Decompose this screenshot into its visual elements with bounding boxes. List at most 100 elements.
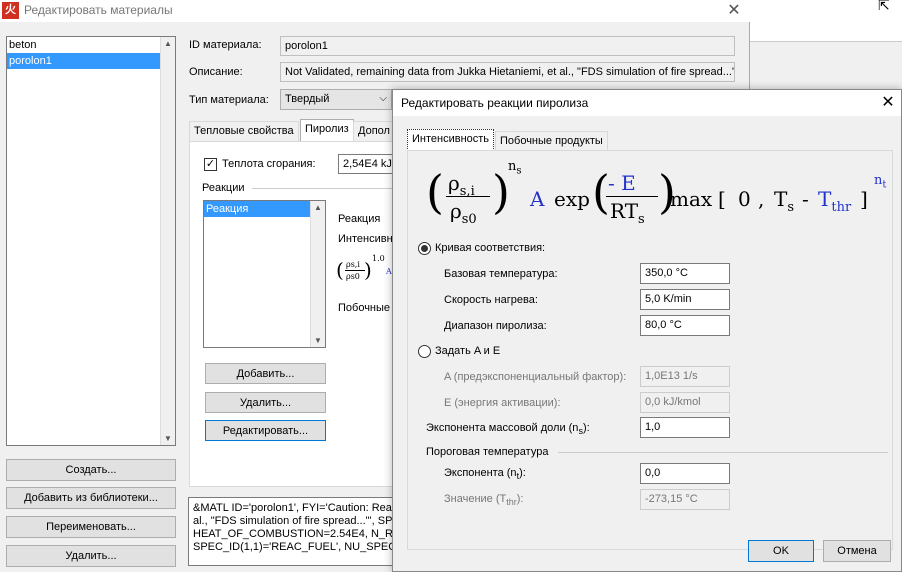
material-type-value: Твердый [285,93,330,105]
description-label: Описание: [189,66,243,78]
formula-ts: Ts [774,187,795,215]
add-from-library-button[interactable]: Добавить из библиотеки... [6,487,176,509]
pyrolysis-panel: ✓ Теплота сгорания: 2,54E4 kJ/ Реакции Р… [189,141,399,487]
divider [558,452,888,453]
mouse-cursor-icon: ⇱ [878,0,890,13]
threshold-value-label: Значение (Tthr): [444,493,524,508]
material-type-select[interactable]: Твердый ⌵ [280,89,392,110]
reactions-scrollbar[interactable]: ▲ ▼ [310,201,325,347]
materials-scrollbar[interactable]: ▲ ▼ [160,37,175,445]
pyro-range-field[interactable]: 80,0 °C [640,315,730,336]
ok-button[interactable]: OK [748,540,814,562]
paren-glyph: ( [336,258,344,282]
pyrolysis-reaction-dialog: Редактировать реакции пиролиза ✕ Интенси… [392,89,902,572]
intensity-panel: ( ρs,i ρs0 ) ns A exp ( - E RTs ) max [ … [407,150,893,550]
activation-energy-label: E (энергия активации): [444,397,561,409]
description-field[interactable]: Not Validated, remaining data from Jukka… [280,62,735,82]
threshold-value-field[interactable]: -273,15 °C [640,489,730,510]
fraction-bar [446,196,490,197]
list-item-reaction[interactable]: Реакция [204,201,325,217]
curve-fit-radio[interactable] [418,242,431,255]
heat-of-combustion-checkbox[interactable]: ✓ [204,158,217,171]
mini-numerator: ρs,i [346,260,360,269]
formula-tthr: Tthr [818,187,852,215]
tab-additional[interactable]: Допол [353,121,395,141]
mini-fraction-bar [345,270,365,271]
material-tabs: Тепловые свойства Пиролиз Допол [189,119,409,141]
list-item-beton[interactable]: beton [7,37,175,53]
mini-formula: ( ρs,i ρs0 ) 1.0 A [336,254,396,294]
set-ae-label: Задать A и E [435,345,501,357]
threshold-exponent-label: Экспонента (nt): [444,467,526,482]
delete-material-button[interactable]: Удалить... [6,545,176,567]
close-icon[interactable]: ✕ [722,0,746,20]
fds-preview-text[interactable]: &MATL ID='porolon1', FYI='Caution: Reac … [188,497,398,566]
formula-bracket-open: [ [718,187,726,211]
formula-comma: , [758,187,765,211]
tab-byproducts[interactable]: Побочные продукты [495,131,608,151]
tab-thermal[interactable]: Тепловые свойства [189,121,299,141]
tab-pyrolysis[interactable]: Пиролиз [300,119,354,141]
base-temp-field[interactable]: 350,0 °C [640,263,730,284]
rename-button[interactable]: Переименовать... [6,516,176,538]
fds-line: al., "FDS simulation of fire spread..."'… [193,515,398,527]
mass-exponent-field[interactable]: 1,0 [640,417,730,438]
list-item-porolon1[interactable]: porolon1 [7,53,175,69]
threshold-group-label: Пороговая температура [426,446,549,458]
formula-bracket-close: ] [860,187,868,211]
edit-reaction-button[interactable]: Редактировать... [205,420,326,441]
reactions-list[interactable]: Реакция ▲ ▼ [203,200,326,348]
dialog-tabs: Интенсивность Побочные продукты [407,129,707,151]
formula-rt: RTs [610,199,645,227]
curve-fit-label: Кривая соответствия: [435,242,546,254]
add-reaction-button[interactable]: Добавить... [205,363,326,384]
heat-of-combustion-field[interactable]: 2,54E4 kJ/ [338,154,398,174]
paren-glyph: ( [426,165,444,219]
id-label: ID материала: [189,39,262,51]
byproducts-caption: Побочные [338,302,391,314]
set-ae-radio[interactable] [418,345,431,358]
formula-minus: - [802,187,809,211]
formula-a: A [530,187,545,211]
fds-line: HEAT_OF_COMBUSTION=2.54E4, N_REAC [193,528,398,540]
fds-line: SPEC_ID(1,1)='REAC_FUEL', NU_SPEC(1, [193,541,398,553]
reaction-caption: Реакция [338,213,381,225]
materials-titlebar: 火 Редактировать материалы ✕ [0,0,750,22]
materials-list[interactable]: beton porolon1 ▲ ▼ [6,36,176,446]
divider [252,188,398,189]
heat-rate-label: Скорость нагрева: [444,294,538,306]
scroll-up-icon[interactable]: ▲ [313,203,323,212]
heat-rate-field[interactable]: 5,0 K/min [640,289,730,310]
reactions-group-label: Реакции [202,182,245,194]
fds-line: &MATL ID='porolon1', FYI='Caution: Reac [193,502,398,514]
rho-si: ρs,i [448,171,475,199]
pyro-range-label: Диапазон пиролиза: [444,320,547,332]
scroll-up-icon[interactable]: ▲ [163,39,173,48]
mini-denominator: ρs0 [346,272,360,281]
id-field[interactable]: porolon1 [280,36,735,56]
material-type-label: Тип материала: [189,94,269,106]
mass-exponent-label: Экспонента массовой доли (ns): [426,422,590,437]
mini-exponent: 1.0 [372,254,385,263]
threshold-exponent-field[interactable]: 0,0 [640,463,730,484]
activation-energy-field[interactable]: 0,0 kJ/kmol [640,392,730,413]
intensity-caption: Интенсивн [338,233,393,245]
scroll-down-icon[interactable]: ▼ [313,336,323,345]
formula-minus-e: - E [608,171,636,195]
create-button[interactable]: Создать... [6,459,176,481]
cancel-button[interactable]: Отмена [823,540,891,562]
formula-max: max [670,187,713,211]
formula-exp: exp [554,187,590,211]
heat-of-combustion-label: Теплота сгорания: [222,158,316,170]
base-temp-label: Базовая температура: [444,268,558,280]
delete-reaction-button[interactable]: Удалить... [205,392,326,413]
fraction-bar [606,196,658,197]
ns-exponent: ns [508,159,522,177]
close-icon[interactable]: ✕ [877,92,899,112]
dialog-title: Редактировать реакции пиролиза [401,96,589,110]
a-factor-field[interactable]: 1,0E13 1/s [640,366,730,387]
rho-s0: ρs0 [450,199,477,227]
nt-exponent: nt [874,173,887,191]
tab-intensity[interactable]: Интенсивность [407,129,495,151]
scroll-down-icon[interactable]: ▼ [163,434,173,443]
